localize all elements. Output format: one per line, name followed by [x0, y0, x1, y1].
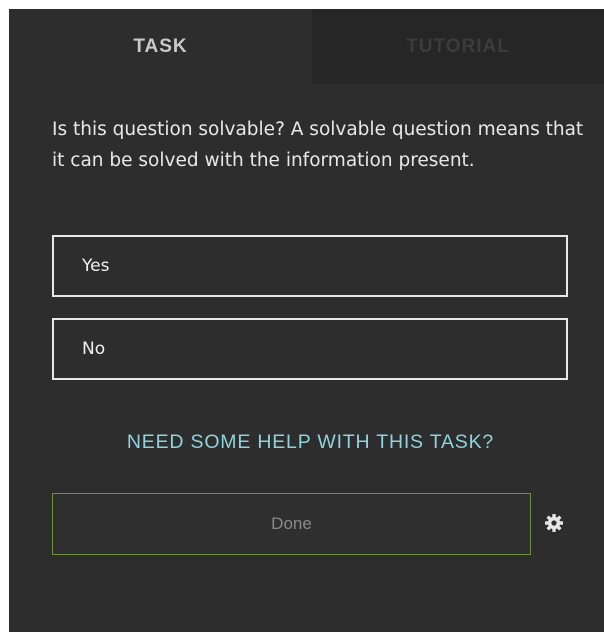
done-button-label: Done	[271, 514, 312, 533]
done-button[interactable]: Done	[52, 493, 531, 555]
question-text: Is this question solvable? A solvable qu…	[52, 119, 584, 171]
tab-bar: TASK TUTORIAL	[9, 9, 604, 84]
option-yes[interactable]: Yes	[52, 235, 568, 297]
help-link[interactable]: NEED SOME HELP WITH THIS TASK?	[9, 431, 604, 454]
gear-icon[interactable]	[544, 513, 564, 533]
option-no-label: No	[82, 339, 106, 359]
task-panel: TASK TUTORIAL Is this question solvable?…	[9, 9, 604, 632]
tab-tutorial[interactable]: TUTORIAL	[312, 9, 604, 84]
option-yes-label: Yes	[82, 256, 110, 276]
option-no[interactable]: No	[52, 318, 568, 380]
tab-task[interactable]: TASK	[9, 9, 312, 84]
